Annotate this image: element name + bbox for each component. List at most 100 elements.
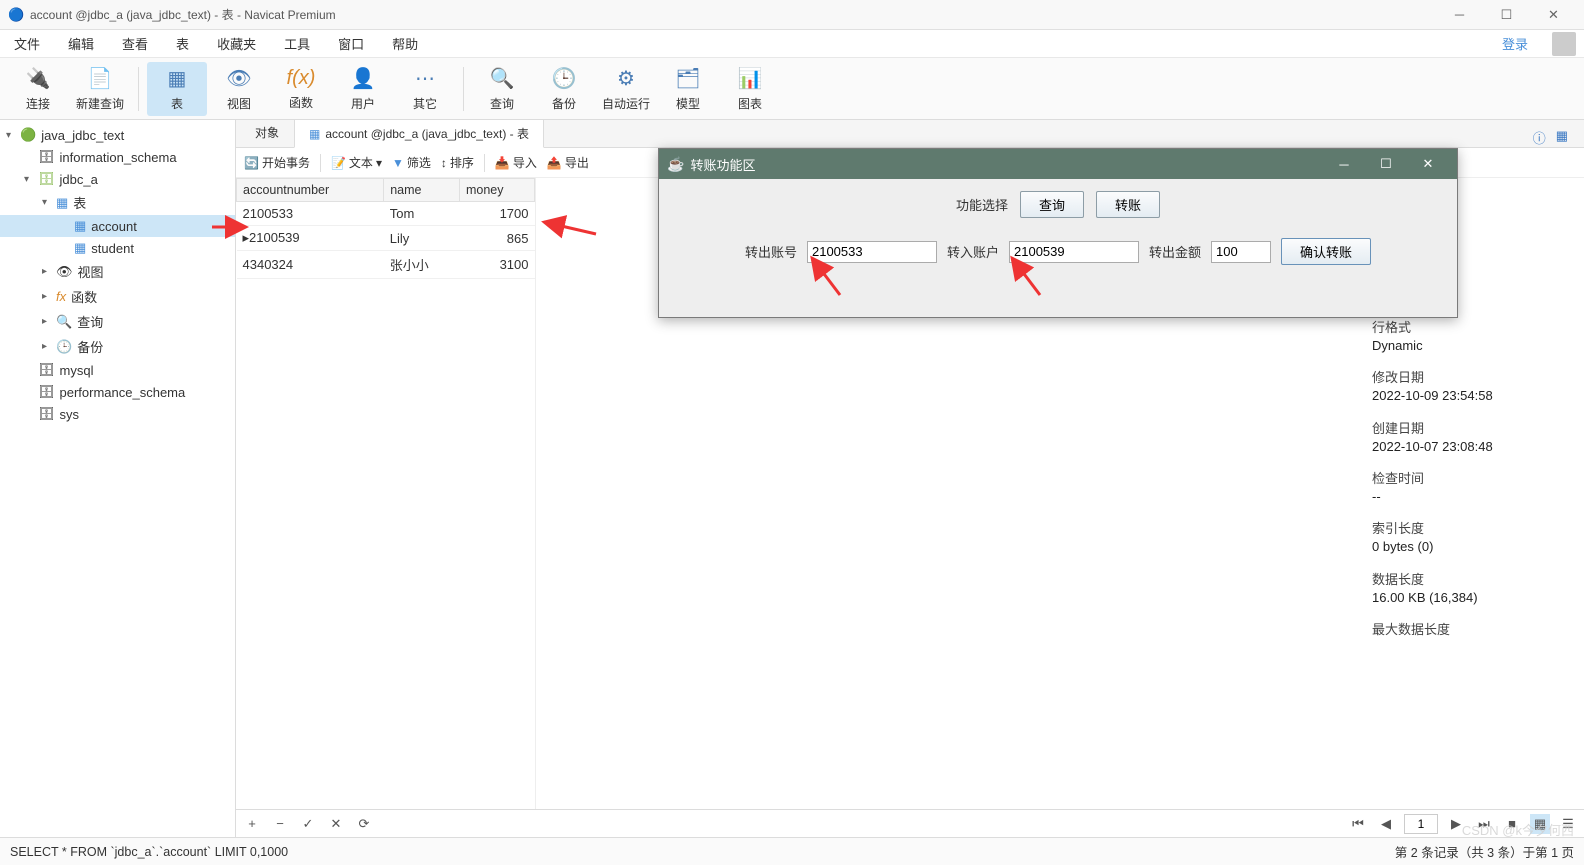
info-icon[interactable]: ⓘ <box>1533 128 1546 147</box>
amount-input[interactable] <box>1211 241 1271 263</box>
cell[interactable]: 4340324 <box>237 251 384 279</box>
cell[interactable]: 865 <box>459 226 534 251</box>
delete-row-button[interactable]: − <box>270 814 290 834</box>
data-table[interactable]: accountnumber name money 2100533Tom1700 … <box>236 178 535 279</box>
tree-tables-folder[interactable]: ▾▦表 <box>0 190 235 215</box>
tree-table-student[interactable]: ▦student <box>0 237 235 259</box>
maximize-button[interactable]: ☐ <box>1484 1 1529 29</box>
chevron-down-icon[interactable]: ▾ <box>42 197 56 208</box>
tool-newquery[interactable]: 📄新建查询 <box>70 62 130 116</box>
tree-backup-folder[interactable]: ▸🕒备份 <box>0 334 235 359</box>
page-input[interactable] <box>1404 814 1438 834</box>
sort-icon: ↕ <box>441 156 447 170</box>
dialog-maximize-button[interactable]: ☐ <box>1365 151 1407 177</box>
col-accountnumber[interactable]: accountnumber <box>237 179 384 202</box>
other-icon: ⋯ <box>415 66 435 91</box>
action-export[interactable]: 📤导出 <box>547 154 589 171</box>
tree-views-folder[interactable]: ▸👁视图 <box>0 259 235 284</box>
dialog-minimize-button[interactable]: ─ <box>1323 151 1365 177</box>
tool-autorun[interactable]: ⚙自动运行 <box>596 62 656 116</box>
cell[interactable]: 张小小 <box>384 251 460 279</box>
tab-objects[interactable]: 对象 <box>240 118 294 147</box>
cell[interactable]: Lily <box>384 226 460 251</box>
minimize-button[interactable]: ─ <box>1437 1 1482 29</box>
login-link[interactable]: 登录 <box>1502 34 1528 53</box>
backup-icon: 🕒 <box>56 339 72 355</box>
tool-function[interactable]: f(x)函数 <box>271 62 331 116</box>
tool-table[interactable]: ▦表 <box>147 62 207 116</box>
tool-view[interactable]: 👁视图 <box>209 62 269 116</box>
cancel-button[interactable]: ✕ <box>326 814 346 834</box>
tree-queries-folder[interactable]: ▸🔍查询 <box>0 309 235 334</box>
action-sort[interactable]: ↕排序 <box>441 154 474 171</box>
menu-favorites[interactable]: 收藏夹 <box>211 30 262 57</box>
add-row-button[interactable]: + <box>242 814 262 834</box>
tab-account-table[interactable]: ▦account @jdbc_a (java_jdbc_text) - 表 <box>294 119 544 148</box>
tool-chart[interactable]: 📊图表 <box>720 62 780 116</box>
tree-functions-folder[interactable]: ▸fx函数 <box>0 284 235 309</box>
function-select-label: 功能选择 <box>956 195 1008 214</box>
cell[interactable]: 3100 <box>459 251 534 279</box>
table-row[interactable]: ▸2100539Lily865 <box>237 226 535 251</box>
cell[interactable]: Tom <box>384 202 460 226</box>
cell[interactable]: 1700 <box>459 202 534 226</box>
menu-table[interactable]: 表 <box>170 30 195 57</box>
tool-user[interactable]: 👤用户 <box>333 62 393 116</box>
chevron-right-icon[interactable]: ▸ <box>42 316 56 327</box>
menu-view[interactable]: 查看 <box>116 30 154 57</box>
commit-button[interactable]: ✓ <box>298 814 318 834</box>
tree-table-account[interactable]: ▦account <box>0 215 235 237</box>
tree-perf-schema[interactable]: 🗄performance_schema <box>0 381 235 403</box>
cell[interactable]: 2100533 <box>237 202 384 226</box>
confirm-transfer-button[interactable]: 确认转账 <box>1281 238 1371 265</box>
tool-other[interactable]: ⋯其它 <box>395 62 455 116</box>
in-account-input[interactable] <box>1009 241 1139 263</box>
schema-icon: 🗄 <box>38 149 55 165</box>
tool-query[interactable]: 🔍查询 <box>472 62 532 116</box>
dialog-query-button[interactable]: 查询 <box>1020 191 1084 218</box>
tool-model[interactable]: 🗂模型 <box>658 62 718 116</box>
chevron-right-icon[interactable]: ▸ <box>42 291 56 302</box>
out-account-input[interactable] <box>807 241 937 263</box>
export-icon: 📤 <box>547 156 562 170</box>
tree-info-schema[interactable]: 🗄information_schema <box>0 146 235 168</box>
tree-root[interactable]: ▾🟢java_jdbc_text <box>0 124 235 146</box>
menu-window[interactable]: 窗口 <box>332 30 370 57</box>
close-button[interactable]: ✕ <box>1531 1 1576 29</box>
dialog-transfer-button[interactable]: 转账 <box>1096 191 1160 218</box>
first-page-button[interactable]: ⏮ <box>1348 814 1368 834</box>
dialog-titlebar[interactable]: ☕ 转账功能区 ─ ☐ ✕ <box>659 149 1457 179</box>
tree-jdbc-a[interactable]: ▾🗄jdbc_a <box>0 168 235 190</box>
menu-help[interactable]: 帮助 <box>386 30 424 57</box>
col-name[interactable]: name <box>384 179 460 202</box>
menu-tools[interactable]: 工具 <box>278 30 316 57</box>
col-money[interactable]: money <box>459 179 534 202</box>
app-icon: 🔵 <box>8 7 24 23</box>
table-row[interactable]: 2100533Tom1700 <box>237 202 535 226</box>
tool-backup[interactable]: 🕒备份 <box>534 62 594 116</box>
menu-edit[interactable]: 编辑 <box>62 30 100 57</box>
cell[interactable]: ▸2100539 <box>237 226 384 251</box>
dialog-close-button[interactable]: ✕ <box>1407 151 1449 177</box>
chevron-down-icon[interactable]: ▾ <box>6 130 20 141</box>
prev-page-button[interactable]: ◀ <box>1376 814 1396 834</box>
chevron-down-icon[interactable]: ▾ <box>24 174 38 185</box>
text-icon: 📝 <box>331 156 346 170</box>
refresh-button[interactable]: ⟳ <box>354 814 374 834</box>
action-import[interactable]: 📥导入 <box>495 154 537 171</box>
tree-mysql[interactable]: 🗄mysql <box>0 359 235 381</box>
tool-connect[interactable]: 🔌连接 <box>8 62 68 116</box>
dialog-title: 转账功能区 <box>690 155 1323 174</box>
panel-toggle-icon[interactable]: ▦ <box>1556 128 1568 147</box>
tree-sys[interactable]: 🗄sys <box>0 403 235 425</box>
action-text[interactable]: 📝文本 ▾ <box>331 154 382 171</box>
statusbar: SELECT * FROM `jdbc_a`.`account` LIMIT 0… <box>0 837 1584 865</box>
menu-file[interactable]: 文件 <box>8 30 46 57</box>
view-icon: 👁 <box>226 66 251 91</box>
table-row[interactable]: 4340324张小小3100 <box>237 251 535 279</box>
avatar[interactable] <box>1552 32 1576 56</box>
action-begin-trans[interactable]: 🔄开始事务 <box>244 154 310 171</box>
chevron-right-icon[interactable]: ▸ <box>42 266 56 277</box>
chevron-right-icon[interactable]: ▸ <box>42 341 56 352</box>
action-filter[interactable]: ▼筛选 <box>392 154 431 171</box>
